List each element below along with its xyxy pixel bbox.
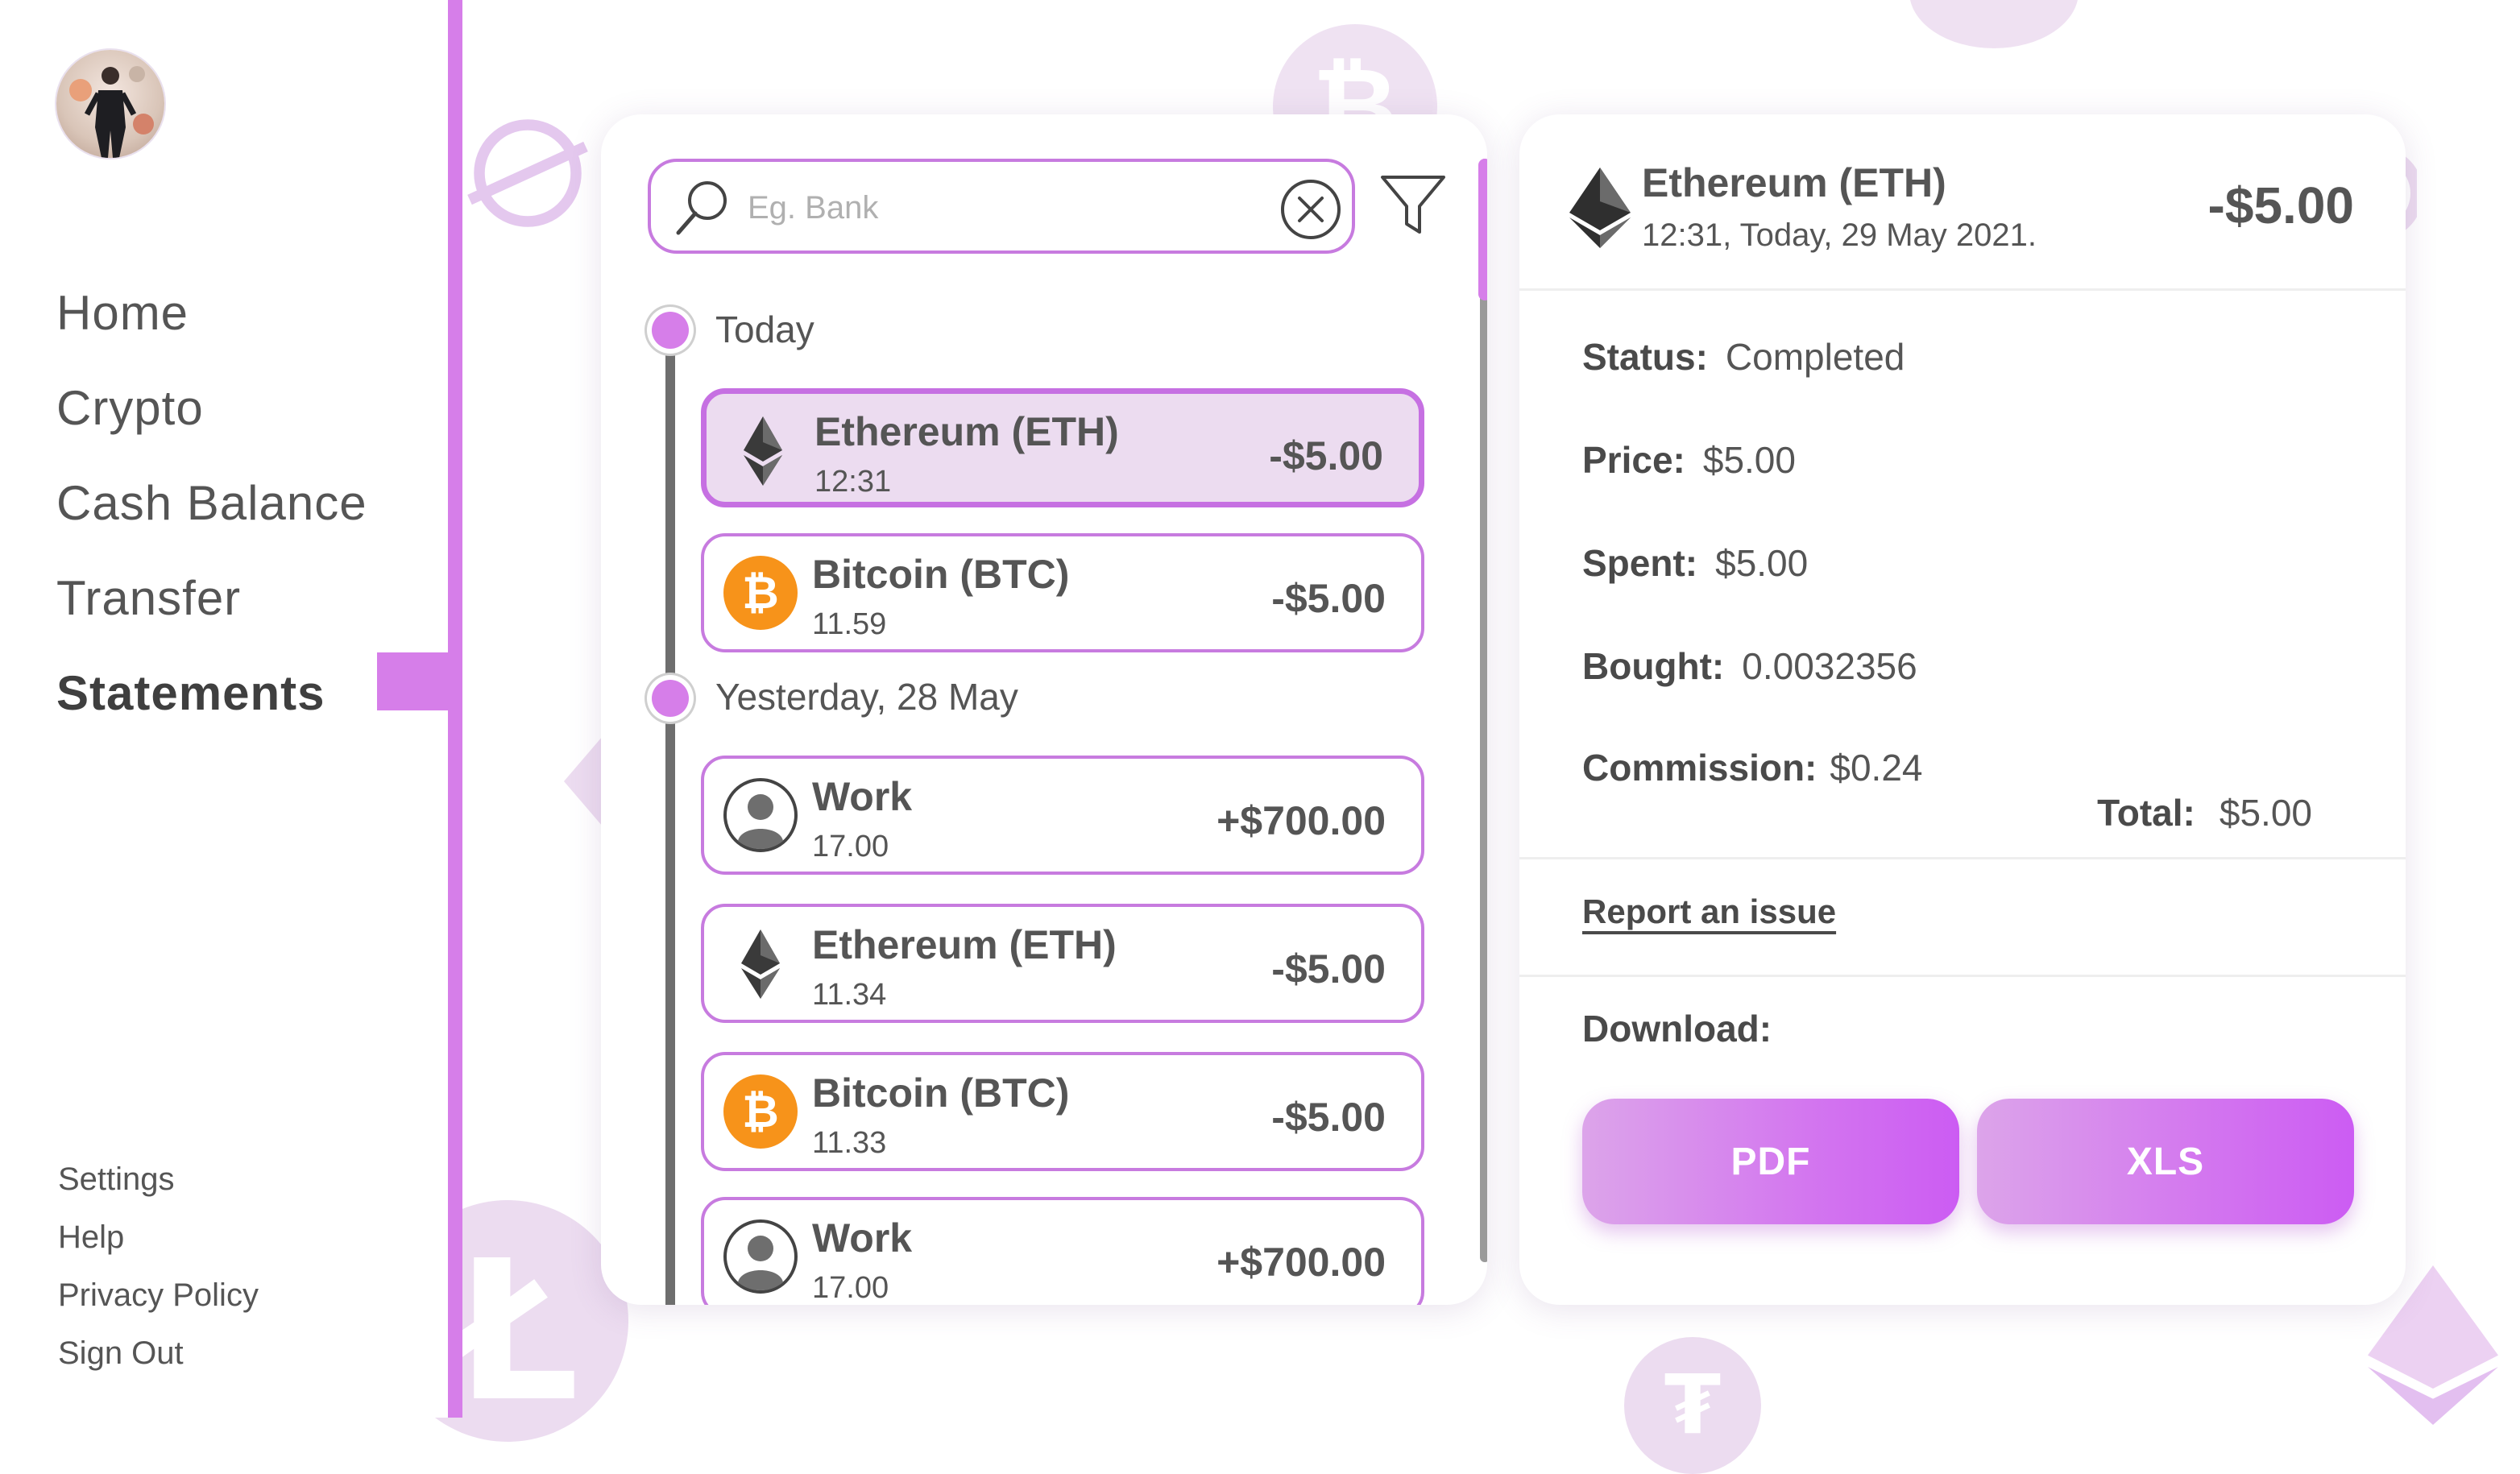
field-value: Completed [1725,336,1905,378]
transaction-name: Bitcoin (BTC) [812,552,1070,597]
transaction-card[interactable]: Work 17.00 +$700.00 [701,1197,1424,1305]
detail-timestamp: 12:31, Today, 29 May 2021. [1642,217,2037,253]
nav-item-crypto[interactable]: Crypto [56,361,367,456]
nav-item-home[interactable]: Home [56,266,367,361]
transaction-card[interactable]: Work 17.00 +$700.00 [701,756,1424,875]
total-label: Total: [2097,792,2195,834]
field-label: Price: [1582,439,1685,481]
search-input[interactable] [746,180,1265,236]
ethereum-icon [741,930,780,999]
footer-item-sign-out[interactable]: Sign Out [58,1324,259,1382]
detail-field-status: Status: Completed [1582,335,1905,379]
field-value: $0.24 [1830,747,1923,789]
transaction-amount: +$700.00 [1216,798,1386,843]
svg-text:₿: ₿ [742,1086,779,1138]
footer-item-help[interactable]: Help [58,1208,259,1266]
transaction-card[interactable]: ₿ Bitcoin (BTC) 11.59 -$5.00 [701,533,1424,652]
divider [1519,857,2406,859]
main-nav: Home Crypto Cash Balance Transfer Statem… [56,266,367,741]
transaction-time: 11.34 [812,978,887,1012]
transaction-name: Ethereum (ETH) [812,922,1117,967]
avatar[interactable] [56,50,164,158]
transaction-time: 11.33 [812,1126,887,1160]
user-icon [723,1219,798,1294]
transaction-time: 17.00 [812,1271,889,1305]
clear-search-icon[interactable] [1279,178,1342,241]
ethereum-icon [1569,168,1631,248]
detail-field-commission: Commission: $0.24 [1582,746,1923,789]
transaction-name: Bitcoin (BTC) [812,1070,1070,1116]
transaction-amount: -$5.00 [1269,433,1383,478]
detail-field-price: Price: $5.00 [1582,438,1796,482]
transactions-panel: Today Ethereum (ETH) 12:31 -$5.00 ₿ Bitc… [601,114,1487,1305]
detail-field-spent: Spent: $5.00 [1582,541,1808,585]
transaction-time: 12:31 [814,465,892,499]
filter-icon[interactable] [1379,171,1447,238]
detail-field-bought: Bought: 0.0032356 [1582,644,1917,688]
transaction-amount: -$5.00 [1271,1095,1386,1140]
detail-total: Total: $5.00 [2097,791,2312,834]
total-value: $5.00 [2219,792,2312,834]
footer-item-settings[interactable]: Settings [58,1150,259,1208]
nav-item-statements[interactable]: Statements [56,646,367,741]
field-label: Spent: [1582,542,1698,584]
detail-amount: -$5.00 [2207,176,2354,234]
transaction-name: Ethereum (ETH) [814,409,1119,454]
group-label-today: Today [715,308,814,350]
decorative-stellar-coin [467,113,588,234]
scrollbar-thumb[interactable] [1478,159,1487,300]
ethereum-icon [744,416,782,486]
timeline-dot-today [652,312,689,349]
active-nav-marker [377,652,448,710]
transaction-time: 11.59 [812,607,887,641]
divider [1519,975,2406,977]
transaction-card[interactable]: Ethereum (ETH) 11.34 -$5.00 [701,904,1424,1023]
nav-item-transfer[interactable]: Transfer [56,551,367,646]
decorative-coin-top [1909,0,2079,48]
download-label: Download: [1582,1008,1772,1050]
search-box [648,159,1355,254]
nav-item-cash-balance[interactable]: Cash Balance [56,456,367,551]
timeline-line-yesterday [665,727,675,1305]
transaction-amount: -$5.00 [1271,946,1386,992]
field-label: Commission: [1582,747,1817,789]
detail-title: Ethereum (ETH) [1642,160,1946,205]
sidebar: Home Crypto Cash Balance Transfer Statem… [0,0,448,1418]
download-pdf-button[interactable]: PDF [1582,1099,1959,1224]
footer-item-privacy-policy[interactable]: Privacy Policy [58,1266,259,1324]
sidebar-divider [448,0,462,1418]
search-icon [676,181,727,235]
field-value: $5.00 [1715,542,1809,584]
report-issue-link[interactable]: Report an issue [1582,892,1836,931]
scrollbar-track[interactable] [1480,159,1487,1262]
field-value: $5.00 [1702,439,1796,481]
transaction-card[interactable]: ₿ Bitcoin (BTC) 11.33 -$5.00 [701,1052,1424,1171]
svg-text:₮: ₮ [1664,1357,1722,1453]
field-label: Bought: [1582,645,1725,687]
group-label-yesterday: Yesterday, 28 May [715,676,1018,718]
transaction-card[interactable]: Ethereum (ETH) 12:31 -$5.00 [701,388,1424,507]
transaction-time: 17.00 [812,830,889,863]
divider [1519,288,2406,291]
footer-nav: Settings Help Privacy Policy Sign Out [58,1150,259,1382]
bitcoin-icon: ₿ [723,556,798,630]
transaction-detail-panel: Ethereum (ETH) 12:31, Today, 29 May 2021… [1519,114,2406,1305]
decorative-tether-coin: ₮ [1624,1337,1761,1474]
bitcoin-icon: ₿ [723,1074,798,1149]
user-icon [723,778,798,852]
svg-text:₿: ₿ [742,567,779,619]
field-label: Status: [1582,336,1708,378]
transaction-amount: -$5.00 [1271,576,1386,621]
field-value: 0.0032356 [1742,645,1917,687]
transaction-name: Work [812,774,913,819]
svg-text:Ł: Ł [446,1219,579,1442]
download-xls-button[interactable]: XLS [1977,1099,2354,1224]
transaction-name: Work [812,1215,913,1261]
timeline-dot-yesterday [652,680,689,717]
transaction-amount: +$700.00 [1216,1240,1386,1285]
